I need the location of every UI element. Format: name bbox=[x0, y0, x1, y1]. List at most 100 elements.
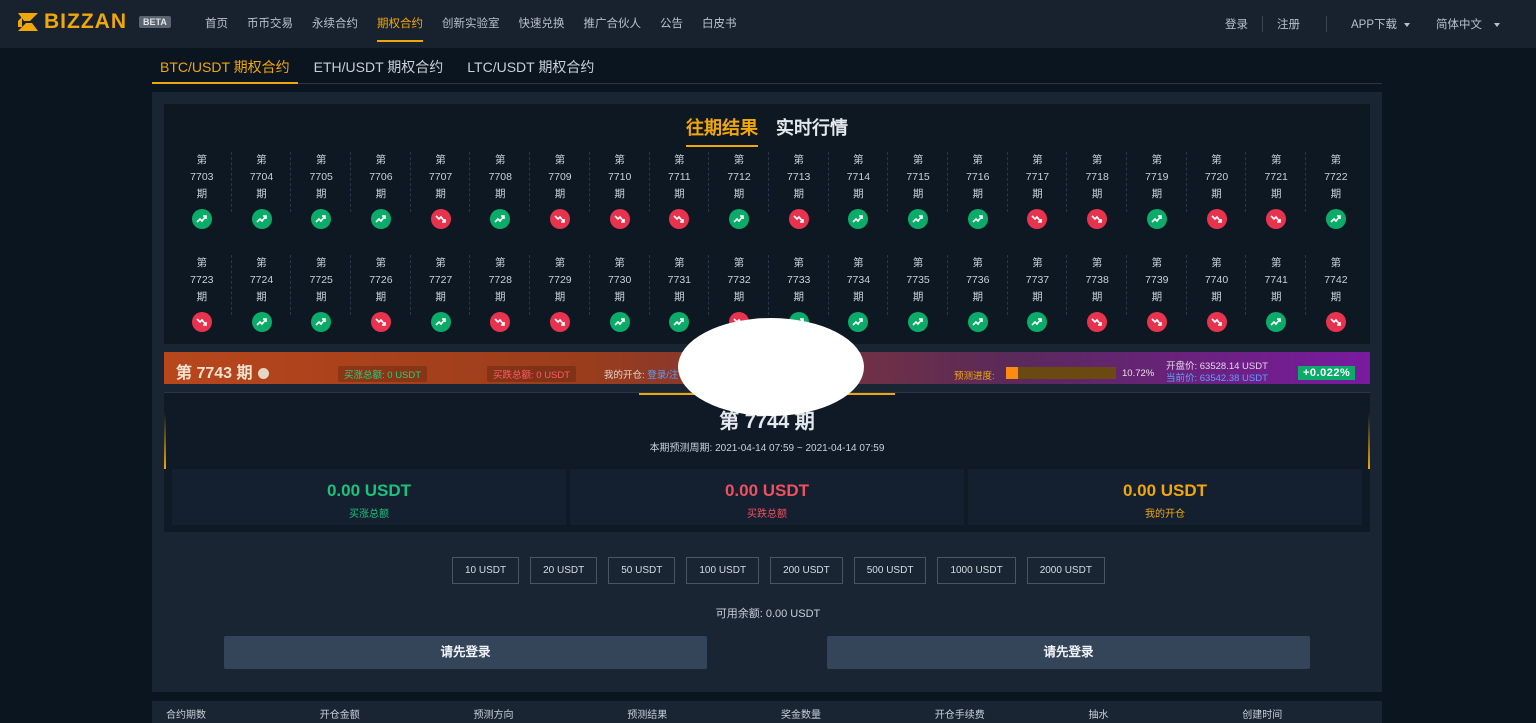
app-download-menu[interactable]: APP下载 bbox=[1351, 16, 1410, 32]
period-prefix: 第 bbox=[1330, 257, 1342, 269]
tab-history[interactable]: 实时行情 bbox=[776, 114, 848, 145]
chevron-down-icon bbox=[1404, 22, 1410, 27]
open-price: 开盘价: 63528.14 USDT bbox=[1166, 361, 1268, 372]
trend-down-icon bbox=[1087, 312, 1108, 332]
period-suffix: 期 bbox=[1270, 188, 1282, 200]
login-first-button-up[interactable]: 请先登录 bbox=[224, 636, 707, 669]
history-item: 第 7725 期 bbox=[291, 255, 351, 345]
current-stats: 0.00 USDT 买涨总额 0.00 USDT 买跌总额 0.00 USDT 我的开仓 bbox=[172, 469, 1362, 525]
period-prefix: 第 bbox=[614, 257, 625, 269]
history-item: 第 7721 期 bbox=[1246, 152, 1306, 242]
trend-up-icon bbox=[1266, 312, 1287, 332]
amount-button[interactable]: 200 USDT bbox=[770, 557, 843, 584]
amount-button[interactable]: 2000 USDT bbox=[1026, 557, 1105, 584]
nav-link[interactable]: 期权合约 bbox=[377, 0, 423, 48]
nav-link[interactable]: 白皮书 bbox=[702, 0, 737, 48]
nav-link[interactable]: 快速兑换 bbox=[519, 0, 565, 48]
period-suffix: 期 bbox=[1091, 291, 1103, 303]
amount-button[interactable]: 20 USDT bbox=[530, 557, 598, 584]
current-price-value: 当前价: 63542.38 USDT bbox=[1166, 373, 1268, 384]
register-link[interactable]: 注册 bbox=[1277, 16, 1300, 32]
period-prefix: 第 bbox=[495, 257, 506, 269]
history-item: 第 7735 期 bbox=[888, 255, 948, 345]
history-item: 第 7716 期 bbox=[948, 152, 1008, 242]
trend-down-icon bbox=[1206, 209, 1227, 229]
history-item: 第 7741 期 bbox=[1246, 255, 1306, 345]
amount-button[interactable]: 500 USDT bbox=[853, 557, 927, 584]
period-number: 7735 bbox=[906, 274, 930, 286]
tab-contract[interactable]: BTC/USDT 期权合约 bbox=[152, 48, 298, 84]
login-first-button-down[interactable]: 请先登录 bbox=[827, 636, 1310, 669]
tab-contract[interactable]: ETH/USDT 期权合约 bbox=[306, 48, 452, 83]
period-suffix: 期 bbox=[793, 291, 804, 303]
login-link[interactable]: 登录 bbox=[1225, 16, 1248, 32]
current-price: 当前价: 63542.38 USDT bbox=[1166, 373, 1268, 385]
amount-button[interactable]: 1000 USDT bbox=[937, 557, 1016, 584]
nav-link[interactable]: 币币交易 bbox=[247, 0, 293, 48]
nav-links: 首页 币币交易 永续合约 期权合约 创新实验室 快速兑换 推广合伙人 公告 白皮书 bbox=[205, 0, 756, 48]
history-item: 第 7734 期 bbox=[829, 255, 889, 345]
trend-down-icon bbox=[1266, 209, 1287, 229]
tab-history[interactable]: 往期结果 bbox=[686, 114, 758, 147]
nav-link[interactable]: 永续合约 bbox=[312, 0, 358, 48]
amount-button[interactable]: 50 USDT bbox=[608, 557, 676, 584]
logo[interactable]: BIZZAN BETA bbox=[16, 10, 171, 34]
period-number: 7728 bbox=[488, 274, 512, 286]
nav-right: 登录 注册 APP下载 简体中文 bbox=[1225, 0, 1500, 48]
stat-value: 0.00 USDT bbox=[326, 481, 412, 500]
my-open: 我的开仓: 登录/注 bbox=[604, 367, 678, 381]
trend-up-icon bbox=[908, 209, 929, 229]
nav-link[interactable]: 首页 bbox=[205, 0, 228, 48]
history-item: 第 7712 期 bbox=[709, 152, 769, 242]
trend-up-icon bbox=[729, 209, 750, 229]
period-number: 7739 bbox=[1145, 274, 1169, 286]
buy-down-total: 买跌总额: 0 USDT bbox=[487, 366, 577, 382]
history-item: 第 7713 期 bbox=[769, 152, 829, 242]
period-number: 7719 bbox=[1145, 171, 1169, 183]
trend-up-icon bbox=[609, 312, 630, 332]
history-item: 第 7714 期 bbox=[829, 152, 889, 242]
period-suffix: 期 bbox=[912, 291, 924, 303]
period-prefix: 第 bbox=[733, 154, 745, 166]
trend-down-icon bbox=[549, 312, 570, 332]
price-info: 开盘价: 63528.14 USDT 当前价: 63542.38 USDT bbox=[1166, 361, 1268, 385]
tab-contract[interactable]: LTC/USDT 期权合约 bbox=[459, 48, 602, 83]
period-suffix: 期 bbox=[256, 291, 267, 303]
period-suffix: 期 bbox=[1091, 188, 1103, 200]
progress-label: 预测进度: bbox=[954, 371, 995, 382]
period-prefix: 第 bbox=[1330, 154, 1342, 166]
period-number: 7734 bbox=[846, 274, 871, 286]
trend-down-icon bbox=[490, 312, 511, 332]
language-menu[interactable]: 简体中文 bbox=[1436, 16, 1500, 32]
period-suffix: 期 bbox=[912, 188, 924, 200]
nav-link[interactable]: 推广合伙人 bbox=[584, 0, 642, 48]
history-item: 第 7705 期 bbox=[291, 152, 351, 242]
period-prefix: 第 bbox=[1091, 154, 1103, 166]
table-header-cell: 抽水 bbox=[1088, 710, 1109, 721]
history-panel: 往期结果 实时行情 第 7703 期第 7704 期第 7705 期第 7706 期第 7707 期第… bbox=[164, 104, 1370, 344]
nav-link[interactable]: 创新实验室 bbox=[442, 0, 500, 48]
period-number: 7713 bbox=[787, 171, 811, 183]
trend-down-icon bbox=[669, 209, 690, 229]
period-suffix: 期 bbox=[733, 291, 745, 303]
trend-down-icon bbox=[1325, 312, 1346, 332]
orders-table-header: 合约期数 开仓金额 预测方向 预测结果 奖金数量 开仓手续费 抽水 创建时间 bbox=[152, 701, 1382, 723]
period-suffix: 期 bbox=[853, 291, 864, 303]
trend-down-icon bbox=[191, 312, 212, 332]
period-prefix: 第 bbox=[972, 154, 984, 166]
period-number: 7712 bbox=[727, 171, 751, 183]
login-register-link[interactable]: 登录/注 bbox=[647, 370, 678, 381]
period-number: 7723 bbox=[190, 274, 214, 286]
period-prefix: 第 bbox=[256, 154, 267, 166]
period-prefix: 第 bbox=[614, 154, 625, 166]
nav-link[interactable]: 公告 bbox=[660, 0, 683, 48]
period-suffix: 期 bbox=[1032, 188, 1043, 200]
trend-down-icon bbox=[609, 209, 630, 229]
period-prefix: 第 bbox=[853, 154, 864, 166]
history-item: 第 7728 期 bbox=[470, 255, 530, 345]
amount-button[interactable]: 100 USDT bbox=[686, 557, 760, 584]
period-number: 7714 bbox=[846, 171, 871, 183]
price-change-badge: +0.022% bbox=[1298, 366, 1356, 380]
amount-button[interactable]: 10 USDT bbox=[452, 557, 520, 584]
table-header-cell: 创建时间 bbox=[1242, 710, 1283, 721]
